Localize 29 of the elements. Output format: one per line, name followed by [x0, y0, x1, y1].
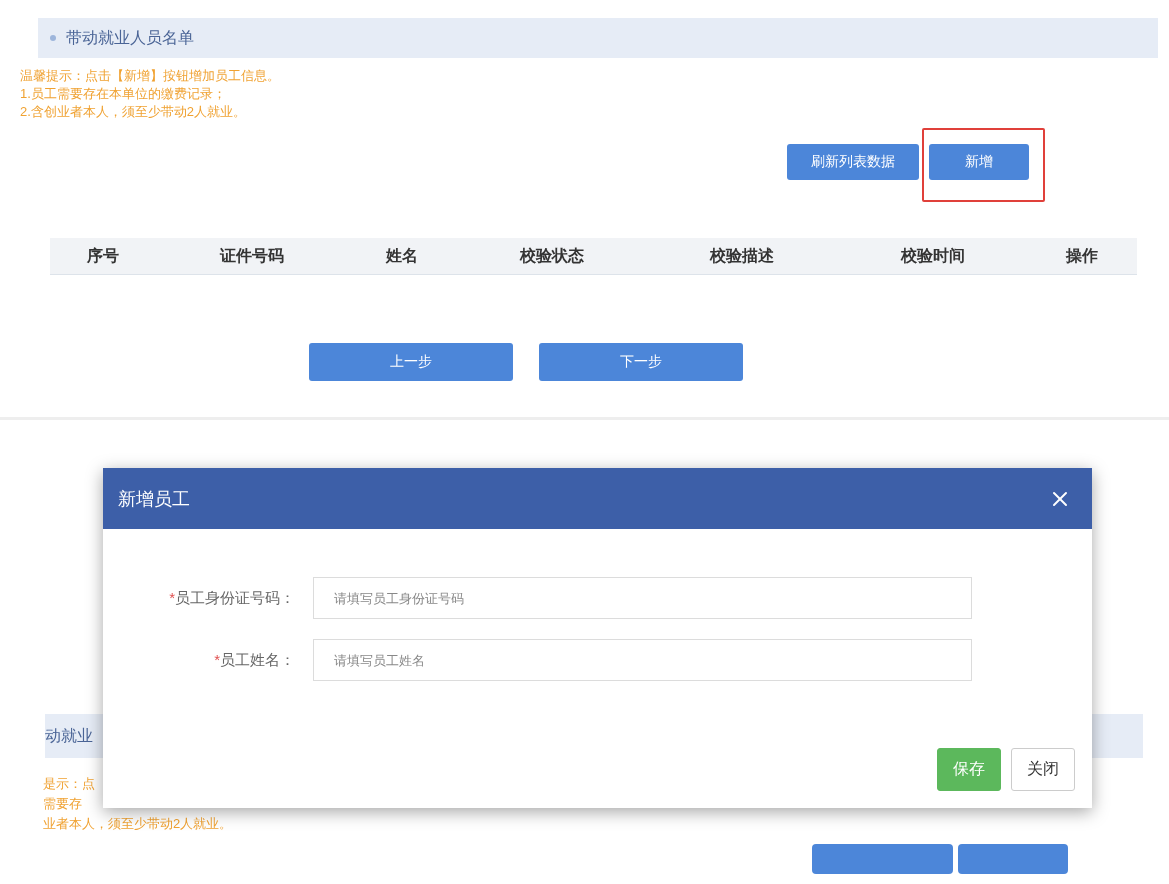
hint-text: 2.含创业者本人，须至少带动2人就业。: [20, 104, 248, 120]
hint-text: 温馨提示：点击【新增】按钮增加员工信息。: [20, 68, 281, 84]
hint-text: 需要存: [43, 796, 83, 812]
hint-text: 1.员工需要存在本单位的缴费记录；: [20, 86, 227, 102]
column-header: 校验状态: [518, 245, 585, 266]
section-title: 带动就业人员名单: [66, 27, 194, 48]
toolbar-button[interactable]: 新增: [929, 144, 1029, 180]
column-header: 序号: [86, 245, 120, 266]
button[interactable]: [958, 844, 1068, 874]
save-button[interactable]: 保存: [937, 748, 1001, 791]
section-title: 动就业: [45, 725, 93, 746]
column-header: 证件号码: [218, 245, 285, 266]
toolbar-button[interactable]: 刷新列表数据: [787, 144, 919, 180]
input-field[interactable]: 请填写员工姓名: [313, 639, 972, 681]
column-header: 校验时间: [899, 245, 966, 266]
field-label: *员工身份证号码：: [168, 588, 295, 608]
hint-text: 业者本人，须至少带动2人就业。: [43, 816, 234, 832]
button[interactable]: [812, 844, 953, 874]
input-field[interactable]: 请填写员工身份证号码: [313, 577, 972, 619]
column-header: 校验描述: [708, 245, 775, 266]
hint-text: 是示：点: [43, 776, 96, 792]
bullet-icon: [50, 35, 56, 41]
field-label: *员工姓名：: [213, 650, 295, 670]
step-button[interactable]: 上一步: [308, 343, 513, 381]
dialog-title: 新增员工: [118, 487, 190, 511]
close-button[interactable]: 关闭: [1011, 748, 1075, 791]
step-button[interactable]: 下一步: [538, 343, 743, 381]
column-header: 姓名: [384, 245, 419, 266]
column-header: 操作: [1064, 245, 1099, 266]
